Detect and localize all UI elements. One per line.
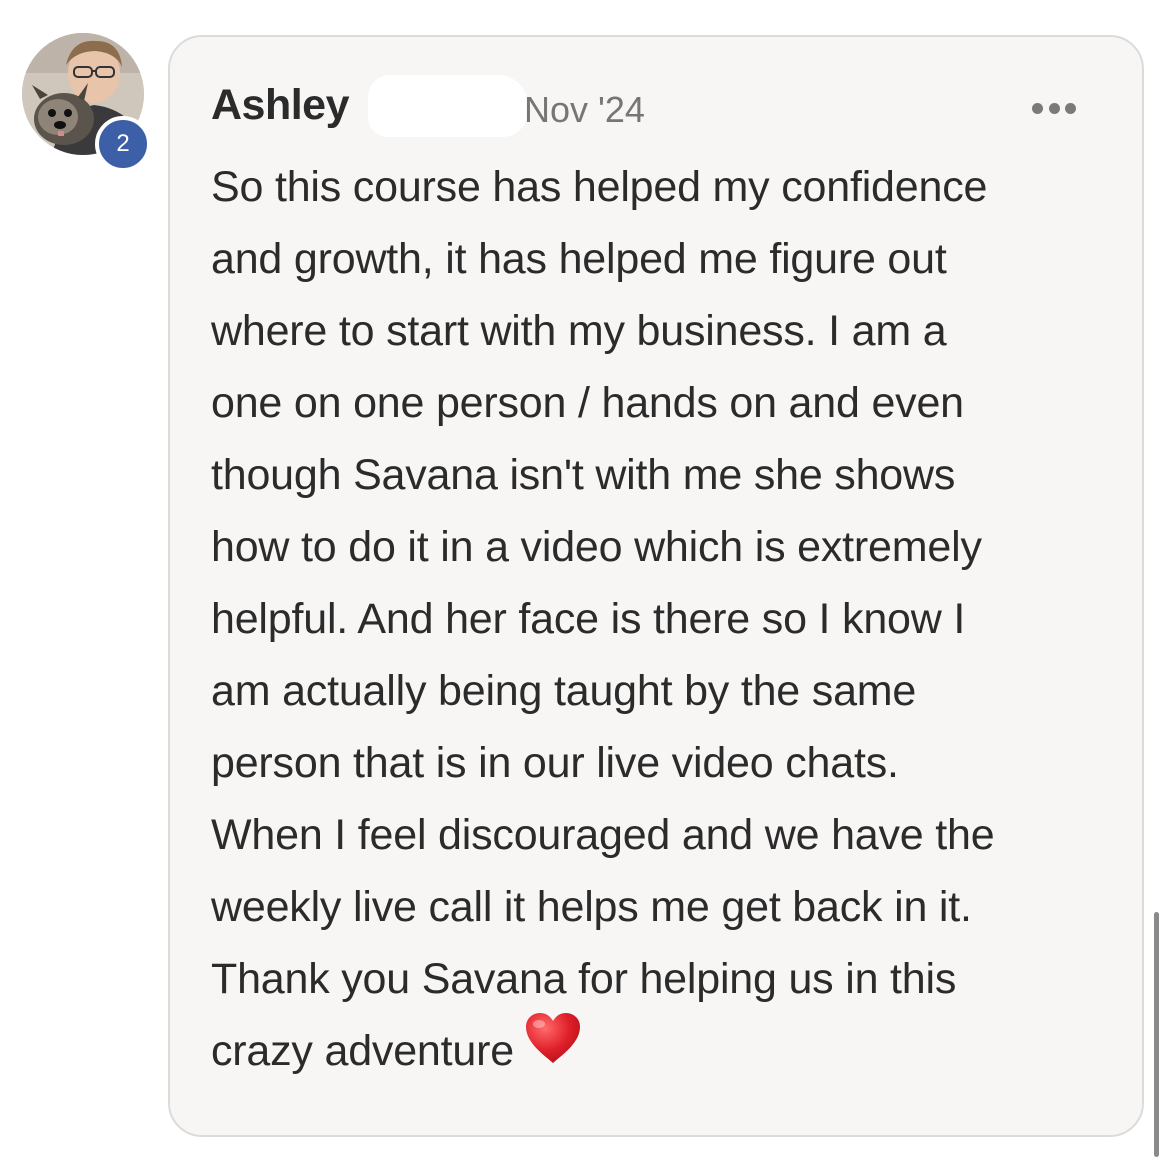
comment-body: So this course has helped my confidence …: [211, 151, 1111, 1087]
comment-line: crazy adventure: [211, 1027, 514, 1075]
comment-line: one on one person / hands on and even: [211, 379, 964, 427]
more-options-icon-dot: [1048, 102, 1060, 114]
comment-card: Ashley Nov '24 So this course has helped…: [168, 35, 1144, 1137]
redacted-surname: [368, 75, 528, 137]
more-options-icon: [1032, 102, 1043, 114]
comment-line: So this course has helped my confidence: [211, 163, 988, 211]
comment-line: and growth, it has helped me figure out: [211, 235, 947, 283]
comment-line: weekly live call it helps me get back in…: [211, 883, 972, 931]
comment-line: helpful. And her face is there so I know…: [211, 595, 966, 643]
comment-line: Thank you Savana for helping us in this: [211, 955, 957, 1003]
comment-line: how to do it in a video which is extreme…: [211, 523, 982, 571]
comment-line: person that is in our live video chats.: [211, 739, 899, 787]
comment-line: When I feel discouraged and we have the: [211, 811, 995, 859]
comment-last-line: crazy adventure: [211, 1012, 1111, 1087]
comment-line: though Savana isn't with me she shows: [211, 451, 956, 499]
more-options-button[interactable]: [1028, 91, 1080, 125]
author-avatar-container[interactable]: 2: [22, 33, 151, 172]
comment-line: am actually being taught by the same: [211, 667, 917, 715]
post-timestamp[interactable]: Nov '24: [524, 89, 645, 131]
more-options-icon-dot: [1065, 102, 1076, 114]
heart-emoji-icon: [524, 1011, 582, 1087]
author-name[interactable]: Ashley: [211, 81, 350, 130]
scrollbar[interactable]: [1154, 912, 1159, 1157]
comment-line: where to start with my business. I am a: [211, 307, 947, 355]
level-badge: 2: [95, 116, 151, 172]
